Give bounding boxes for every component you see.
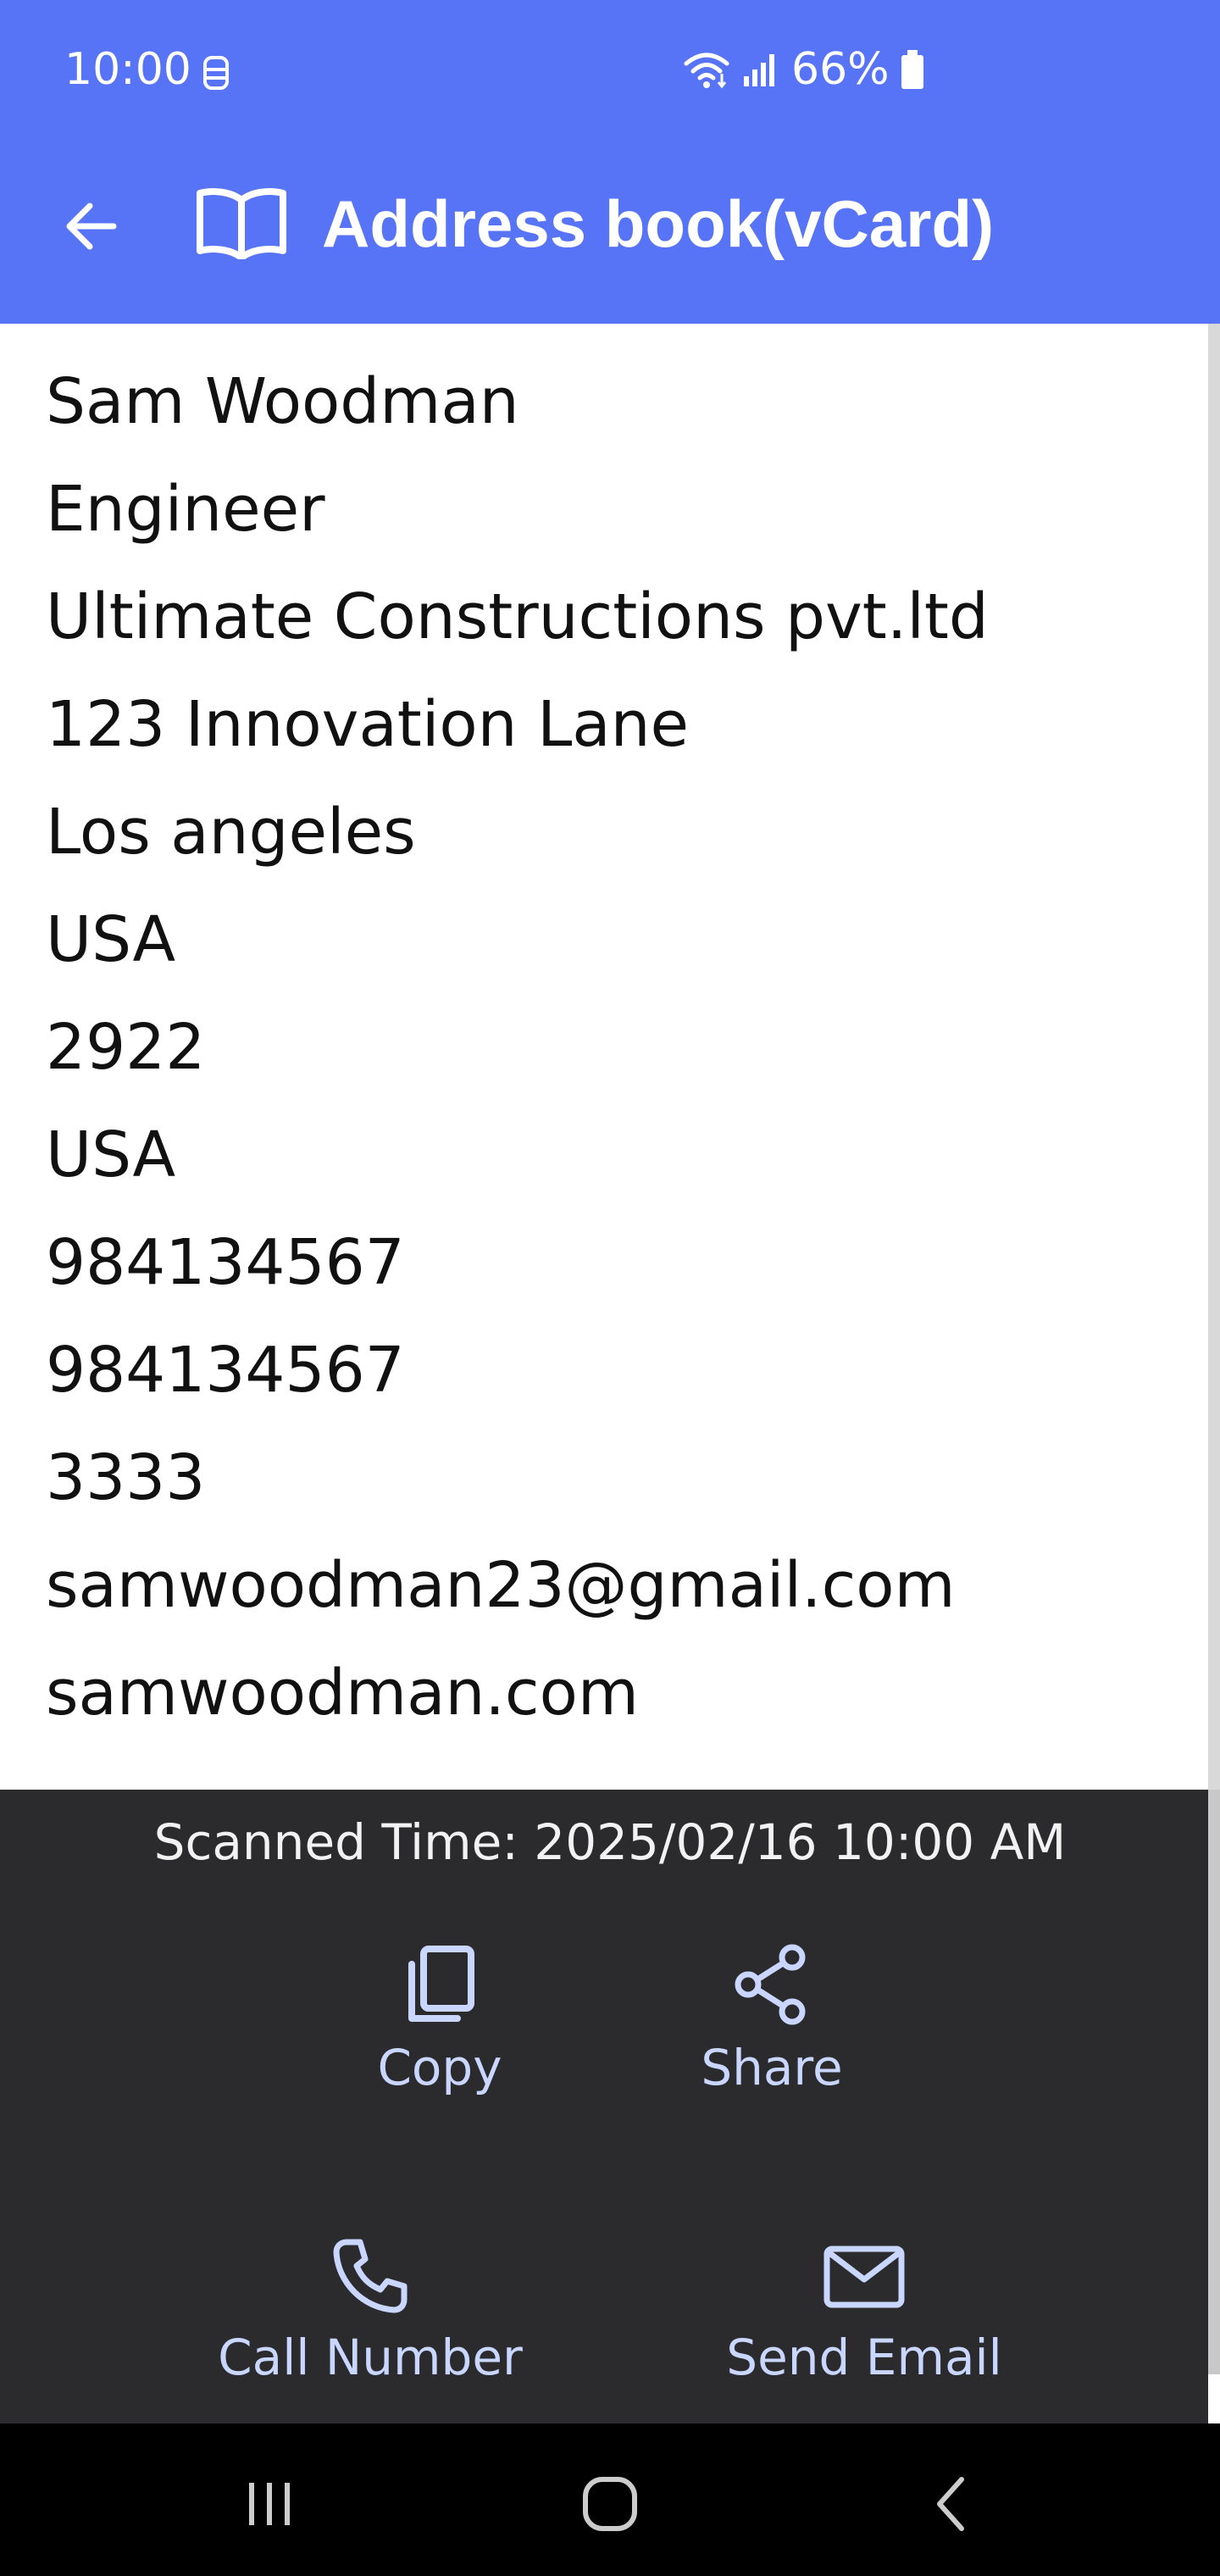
system-nav-bar [0,2423,1220,2576]
book-open-icon [197,188,286,259]
home-button[interactable] [559,2466,661,2542]
share-icon [735,1944,806,2025]
recent-apps-button[interactable] [219,2466,320,2542]
scrollbar[interactable] [1208,324,1220,2374]
scrollbar-thumb[interactable] [1208,1790,1220,2374]
recent-apps-icon [249,2483,290,2525]
status-indicators: 66% [681,44,925,95]
share-button[interactable]: Share [693,1942,851,2096]
contact-fax: 3333 [46,1441,206,1514]
contact-company: Ultimate Constructions pvt.ltd [46,580,989,653]
phone-icon [333,2239,408,2313]
contact-title: Engineer [46,473,325,546]
contact-details: Sam Woodman Engineer Ultimate Constructi… [0,324,1208,1790]
chevron-left-icon [937,2477,964,2531]
page-title: Address book(vCard) [322,186,995,261]
scanned-time: Scanned Time: 2025/02/16 10:00 AM [153,1813,1067,1871]
action-panel: Scanned Time: 2025/02/16 10:00 AM Copy S… [0,1790,1208,2423]
contact-region: USA [46,903,176,976]
back-nav-button[interactable] [901,2466,1003,2542]
mail-icon [824,2246,905,2308]
contact-postal-code: 2922 [46,1011,206,1084]
contact-phone: 984134567 [46,1226,405,1299]
signal-icon [744,54,774,86]
arrow-left-icon [66,203,117,250]
home-icon [583,2477,637,2531]
battery-percent: 66% [791,44,890,95]
copy-button[interactable]: Copy [369,1942,510,2096]
app-notification-icon [203,56,229,90]
contact-email: samwoodman23@gmail.com [46,1549,956,1622]
send-email-button[interactable]: Send Email [726,2235,1002,2386]
contact-mobile: 984134567 [46,1334,405,1407]
call-number-label: Call Number [218,2329,523,2386]
status-bar: 10:00 66% [0,0,1220,144]
send-email-label: Send Email [726,2329,1002,2386]
status-time: 10:00 [64,44,191,95]
copy-icon [408,1946,474,2022]
call-number-button[interactable]: Call Number [218,2235,523,2386]
contact-street: 123 Innovation Lane [46,688,690,761]
contact-website: samwoodman.com [46,1657,639,1729]
contact-country: USA [46,1119,176,1191]
wifi-icon [684,53,729,89]
battery-icon [901,50,923,89]
contact-name: Sam Woodman [46,365,519,438]
contact-city: Los angeles [46,796,416,869]
copy-label: Copy [377,2039,502,2096]
share-label: Share [701,2039,843,2096]
app-bar: Address book(vCard) [0,144,1220,324]
back-button[interactable] [54,190,127,263]
